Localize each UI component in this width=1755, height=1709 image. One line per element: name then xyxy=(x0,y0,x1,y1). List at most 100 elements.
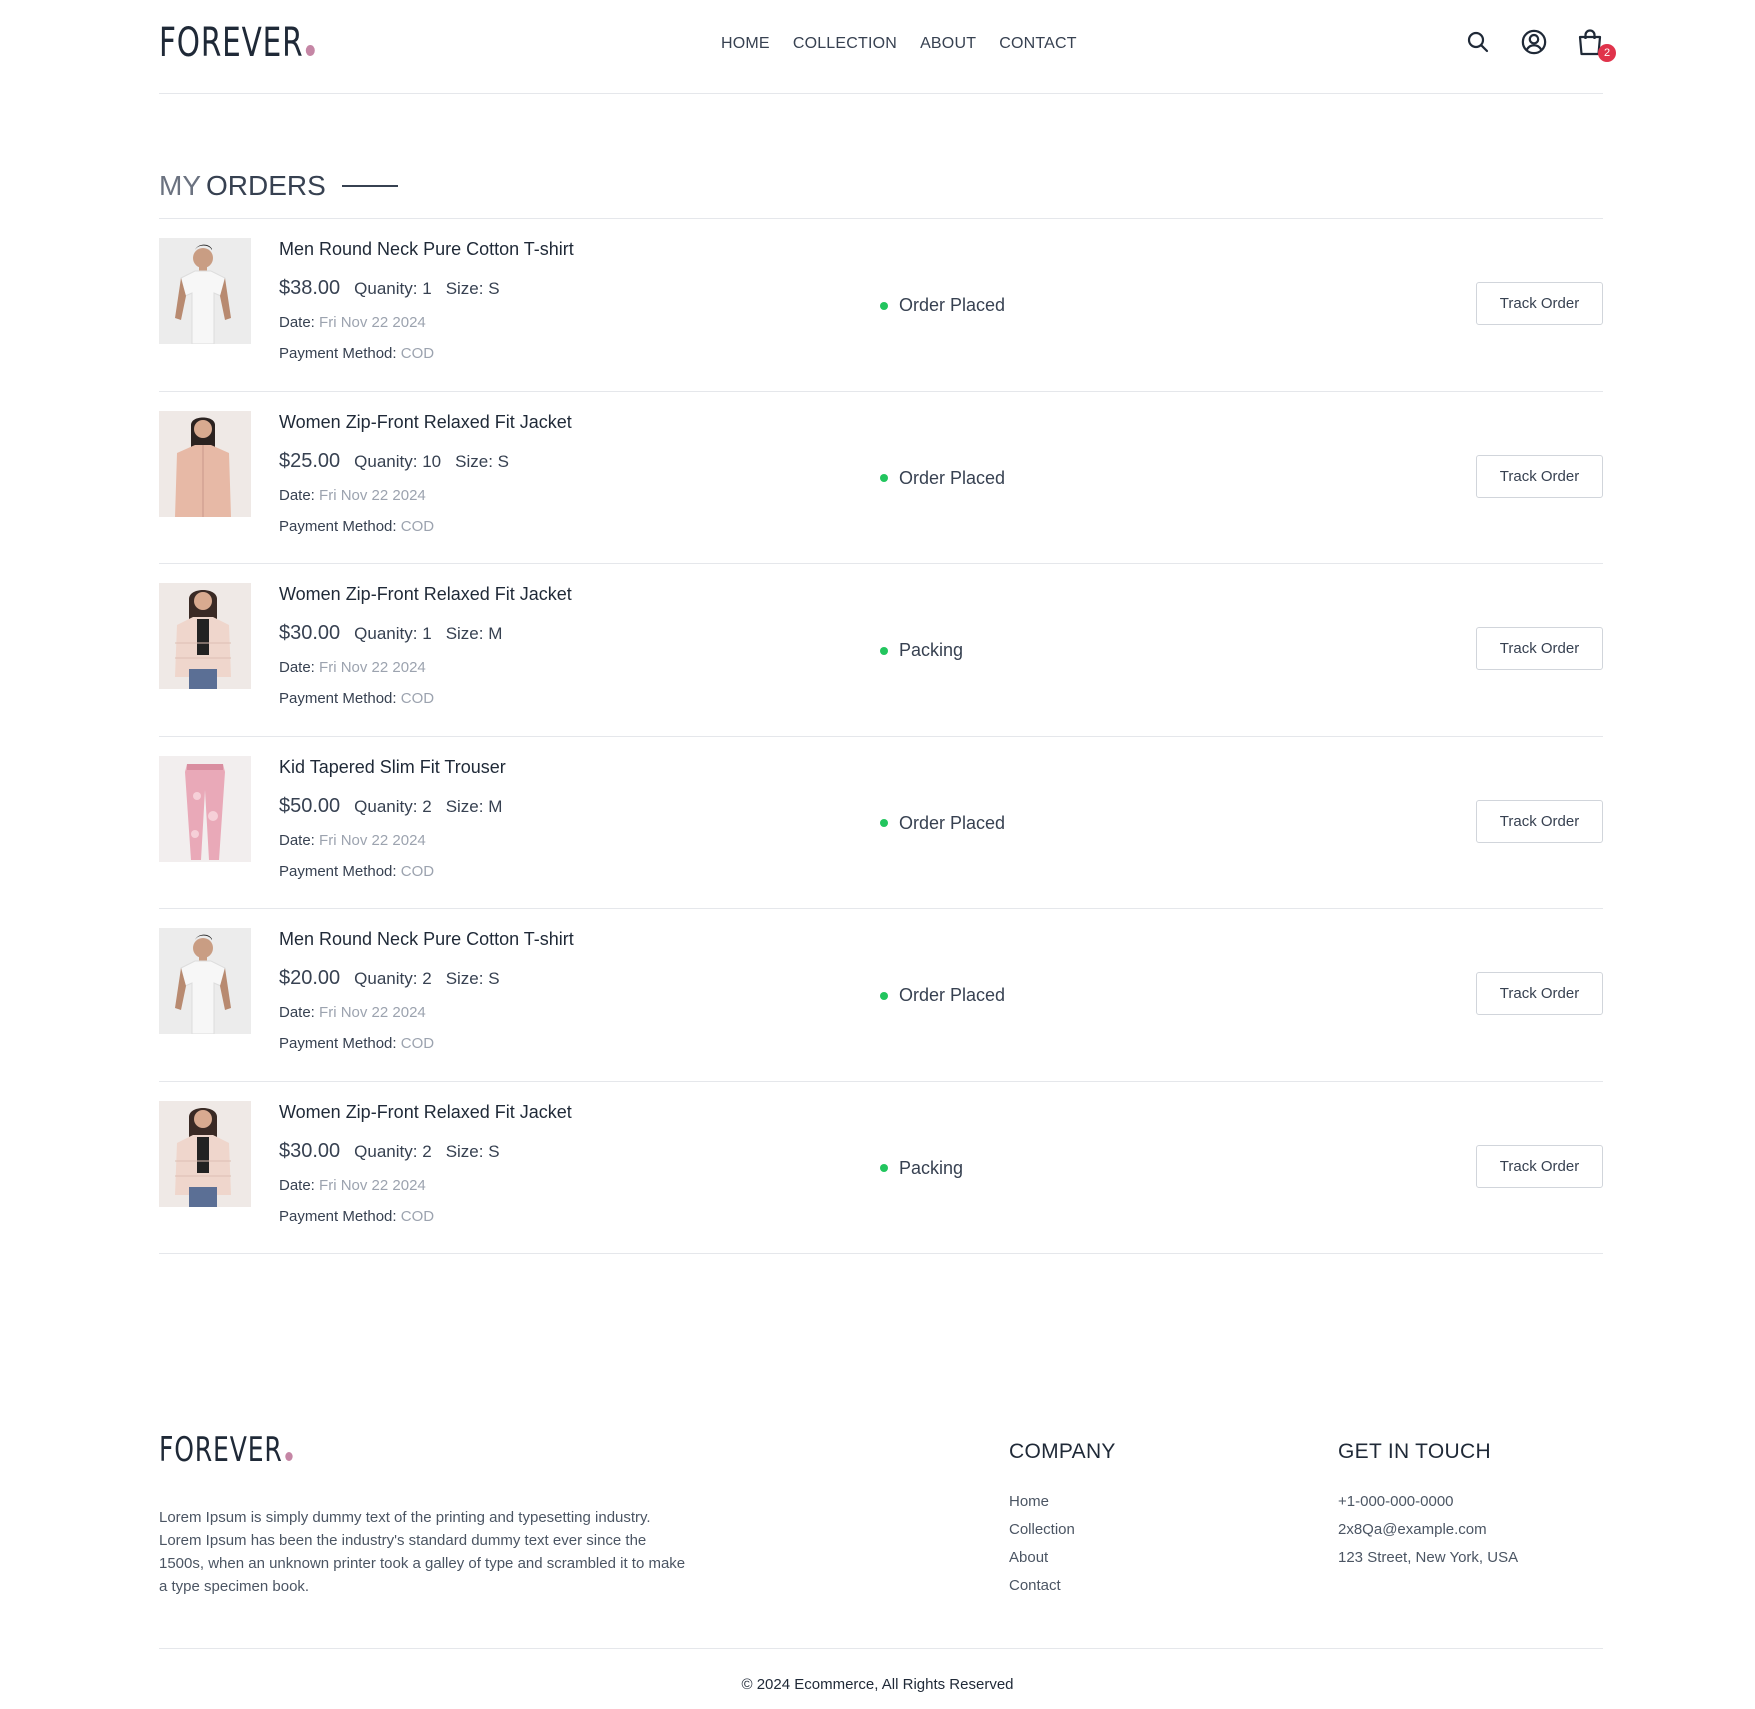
quantity-label: Quanity: xyxy=(354,796,418,816)
footer-link-about[interactable]: About xyxy=(1009,1544,1116,1572)
track-order-button[interactable]: Track Order xyxy=(1476,799,1603,843)
nav-home[interactable]: HOME xyxy=(721,35,770,53)
footer-divider xyxy=(159,1648,1603,1649)
track-order-button[interactable]: Track Order xyxy=(1476,282,1603,325)
date-value: Fri Nov 22 2024 xyxy=(319,659,426,676)
search-icon[interactable] xyxy=(1465,28,1491,56)
product-image xyxy=(159,755,251,862)
order-meta: $20.00 Quanity: 2 Size: S xyxy=(279,967,574,990)
order-date: Date: Fri Nov 22 2024 xyxy=(279,314,574,331)
date-label: Date: xyxy=(279,659,315,676)
status-dot xyxy=(880,819,888,827)
quantity-label: Quanity: xyxy=(354,451,418,471)
product-size: Size: M xyxy=(446,624,503,644)
order-status: Order Placed xyxy=(880,468,1005,489)
size-label: Size: xyxy=(445,796,484,816)
payment-label: Payment Method: xyxy=(279,1207,397,1225)
page-title-light: MY xyxy=(159,170,201,201)
order-meta: $30.00 Quanity: 2 Size: S xyxy=(279,1140,572,1163)
nav-collection[interactable]: COLLECTION xyxy=(793,35,897,53)
product-name: Men Round Neck Pure Cotton T-shirt xyxy=(279,239,574,259)
nav-contact[interactable]: CONTACT xyxy=(999,35,1077,53)
quantity-value: 1 xyxy=(422,624,432,643)
product-quantity: Quanity: 2 xyxy=(354,969,432,989)
site-header: FOREVER HOME COLLECTION ABOUT CONTACT 2 xyxy=(159,0,1616,94)
order-info: Men Round Neck Pure Cotton T-shirt $38.0… xyxy=(279,239,574,362)
status-dot xyxy=(880,646,888,655)
contact-heading: GET IN TOUCH xyxy=(1338,1440,1491,1463)
payment-label: Payment Method: xyxy=(279,345,397,362)
contact-phone: +1-000-000-0000 xyxy=(1338,1493,1454,1510)
product-quantity: Quanity: 2 xyxy=(354,1142,432,1162)
quantity-label: Quanity: xyxy=(354,624,418,643)
order-status: Order Placed xyxy=(880,985,1005,1006)
payment-value: COD xyxy=(400,1207,435,1225)
footer-logo-text: FOREVER xyxy=(159,1430,283,1470)
product-size: Size: S xyxy=(446,279,500,299)
product-name: Kid Tapered Slim Fit Trouser xyxy=(279,756,506,777)
order-status: Order Placed xyxy=(880,295,1005,316)
footer-link-home[interactable]: Home xyxy=(1009,1488,1116,1516)
footer-link-contact[interactable]: Contact xyxy=(1009,1572,1116,1600)
date-label: Date: xyxy=(279,831,315,849)
footer-link-collection[interactable]: Collection xyxy=(1009,1516,1116,1544)
status-text: Order Placed xyxy=(899,985,1006,1005)
order-meta: $38.00 Quanity: 1 Size: S xyxy=(279,277,574,300)
product-quantity: Quanity: 2 xyxy=(354,797,432,817)
order-row: Women Zip-Front Relaxed Fit Jacket $30.0… xyxy=(159,564,1603,737)
size-label: Size: xyxy=(445,1141,484,1161)
size-label: Size: xyxy=(445,624,484,643)
product-name: Women Zip-Front Relaxed Fit Jacket xyxy=(279,584,572,604)
logo[interactable]: FOREVER xyxy=(159,20,315,66)
track-order-button[interactable]: Track Order xyxy=(1476,972,1603,1015)
quantity-label: Quanity: xyxy=(354,279,418,298)
profile-icon[interactable] xyxy=(1521,28,1547,56)
payment-label: Payment Method: xyxy=(279,862,397,880)
payment-label: Payment Method: xyxy=(279,1035,397,1052)
order-date: Date: Fri Nov 22 2024 xyxy=(279,487,572,504)
nav-about[interactable]: ABOUT xyxy=(920,35,976,53)
main-nav: HOME COLLECTION ABOUT CONTACT xyxy=(721,35,1077,53)
payment-method: Payment Method: COD xyxy=(279,863,506,880)
page-title-bold: ORDERS xyxy=(206,170,326,201)
order-meta: $30.00 Quanity: 1 Size: M xyxy=(279,622,572,645)
payment-value: COD xyxy=(400,862,435,880)
product-size: Size: S xyxy=(446,1142,500,1162)
order-info: Women Zip-Front Relaxed Fit Jacket $30.0… xyxy=(279,584,572,707)
payment-method: Payment Method: COD xyxy=(279,1035,574,1052)
order-row: Kid Tapered Slim Fit Trouser $50.00 Quan… xyxy=(159,737,1603,909)
size-value: M xyxy=(488,624,503,643)
product-size: Size: M xyxy=(446,797,503,817)
date-value: Fri Nov 22 2024 xyxy=(319,486,426,504)
track-order-button[interactable]: Track Order xyxy=(1476,454,1603,498)
size-value: M xyxy=(488,796,503,816)
product-image xyxy=(159,1100,251,1207)
footer-description: Lorem Ipsum is simply dummy text of the … xyxy=(159,1509,686,1595)
order-date: Date: Fri Nov 22 2024 xyxy=(279,1177,572,1194)
order-meta: $25.00 Quanity: 10 Size: S xyxy=(279,450,572,473)
date-label: Date: xyxy=(279,1176,315,1194)
status-text: Packing xyxy=(899,640,964,660)
quantity-value: 2 xyxy=(422,969,432,988)
quantity-value: 2 xyxy=(422,1141,432,1161)
track-order-button[interactable]: Track Order xyxy=(1476,1144,1603,1188)
status-text: Packing xyxy=(899,1157,964,1178)
cart-icon[interactable]: 2 xyxy=(1577,28,1616,62)
order-info: Kid Tapered Slim Fit Trouser $50.00 Quan… xyxy=(279,757,506,880)
footer-company: COMPANY Home Collection About Contact xyxy=(1009,1440,1116,1600)
payment-value: COD xyxy=(400,690,435,707)
cart-count-badge: 2 xyxy=(1598,44,1616,62)
payment-method: Payment Method: COD xyxy=(279,1208,572,1225)
contact-address: 123 Street, New York, USA xyxy=(1338,1549,1519,1566)
logo-text: FOREVER xyxy=(159,20,304,66)
quantity-label: Quanity: xyxy=(354,1141,418,1161)
product-price: $30.00 xyxy=(279,1139,341,1162)
contact-email: 2x8Qa@example.com xyxy=(1338,1521,1487,1538)
product-image xyxy=(159,583,251,689)
track-order-button[interactable]: Track Order xyxy=(1476,627,1603,670)
date-value: Fri Nov 22 2024 xyxy=(319,1004,426,1021)
product-price: $38.00 xyxy=(279,277,341,299)
payment-method: Payment Method: COD xyxy=(279,518,572,535)
size-label: Size: xyxy=(455,451,493,471)
status-text: Order Placed xyxy=(899,467,1006,488)
